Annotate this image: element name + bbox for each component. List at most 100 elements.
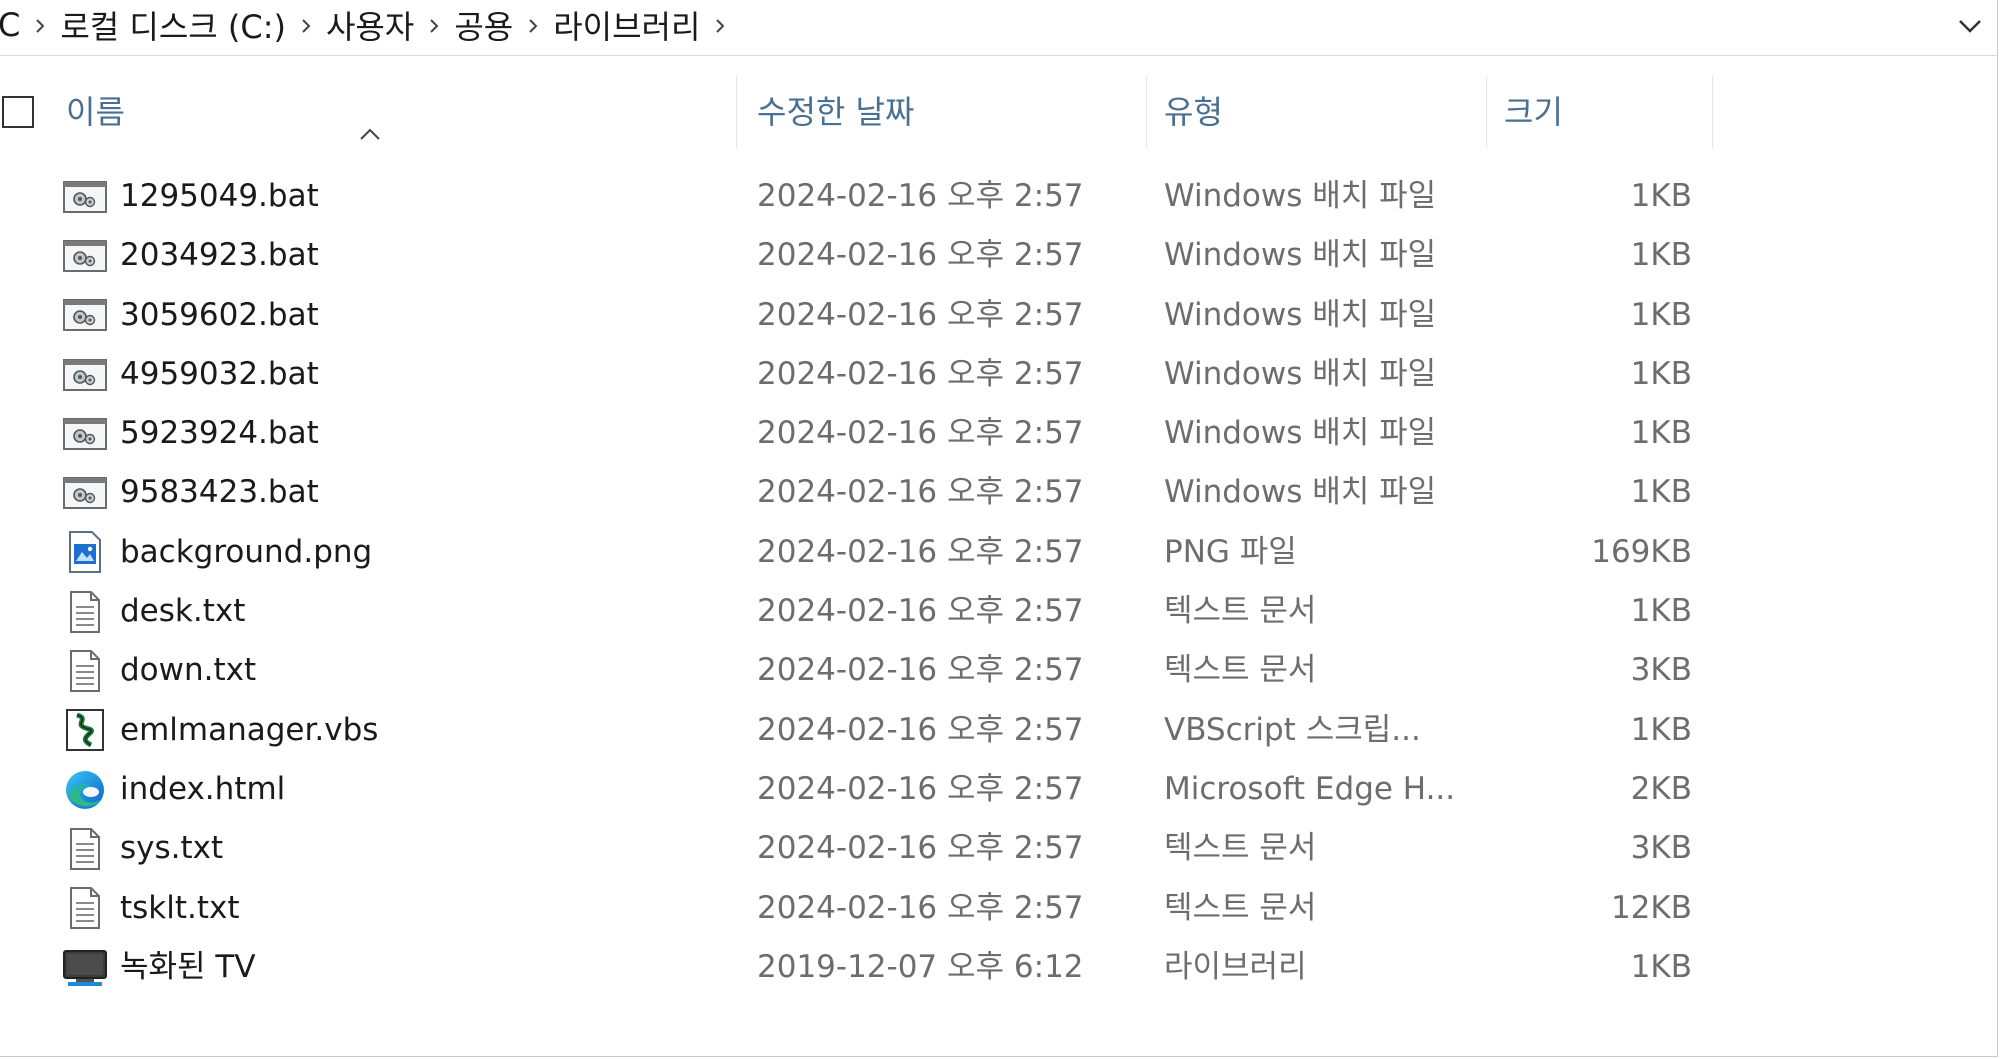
file-date: 2024-02-16 오후 2:57 xyxy=(757,237,1084,274)
file-type: Windows 배치 파일 xyxy=(1164,355,1437,392)
text-file-icon xyxy=(60,819,110,878)
chevron-right-icon[interactable] xyxy=(519,10,547,40)
batch-file-icon xyxy=(60,345,110,404)
file-row[interactable]: 4959032.bat 2024-02-16 오후 2:57 Windows 배치 … xyxy=(0,345,1760,404)
file-name[interactable]: emlmanager.vbs xyxy=(120,701,378,760)
file-date: 2024-02-16 오후 2:57 xyxy=(757,889,1084,926)
file-date: 2024-02-16 오후 2:57 xyxy=(757,830,1084,867)
file-size: 1KB xyxy=(1630,474,1692,511)
file-type: VBScript 스크립... xyxy=(1164,711,1421,748)
chevron-right-icon[interactable] xyxy=(706,10,734,40)
text-file-icon xyxy=(60,582,110,641)
file-row[interactable]: 9583423.bat 2024-02-16 오후 2:57 Windows 배치 … xyxy=(0,463,1760,522)
file-size: 169KB xyxy=(1591,533,1692,570)
file-type: 라이브러리 xyxy=(1164,948,1307,985)
column-divider[interactable] xyxy=(1712,76,1713,148)
chevron-right-icon[interactable] xyxy=(420,10,448,40)
file-size: 1KB xyxy=(1630,415,1692,452)
file-row[interactable]: 3059602.bat 2024-02-16 오후 2:57 Windows 배치 … xyxy=(0,286,1760,345)
png-file-icon xyxy=(60,523,110,582)
file-name[interactable]: 3059602.bat xyxy=(120,286,319,345)
vbscript-file-icon xyxy=(60,701,110,760)
file-date: 2024-02-16 오후 2:57 xyxy=(757,593,1084,630)
file-row[interactable]: down.txt 2024-02-16 오후 2:57 텍스트 문서 3KB xyxy=(0,641,1760,700)
file-row[interactable]: 2034923.bat 2024-02-16 오후 2:57 Windows 배치 … xyxy=(0,226,1760,285)
file-row[interactable]: desk.txt 2024-02-16 오후 2:57 텍스트 문서 1KB xyxy=(0,582,1760,641)
breadcrumb-item-public[interactable]: 공용 xyxy=(448,2,519,48)
breadcrumb-item-pc[interactable]: C xyxy=(0,6,26,44)
column-header-date[interactable]: 수정한 날짜 xyxy=(757,76,1147,148)
file-size: 1KB xyxy=(1630,711,1692,748)
file-list: 1295049.bat 2024-02-16 오후 2:57 Windows 배치 … xyxy=(0,167,1760,997)
file-type: 텍스트 문서 xyxy=(1164,889,1317,926)
file-name[interactable]: 4959032.bat xyxy=(120,345,319,404)
file-type: Microsoft Edge H... xyxy=(1164,770,1456,807)
recorded-tv-icon xyxy=(60,938,110,997)
breadcrumb-item-local-disk[interactable]: 로컬 디스크 (C:) xyxy=(54,2,292,48)
file-row[interactable]: 1295049.bat 2024-02-16 오후 2:57 Windows 배치 … xyxy=(0,167,1760,226)
file-date: 2024-02-16 오후 2:57 xyxy=(757,770,1084,807)
file-name[interactable]: 9583423.bat xyxy=(120,463,319,522)
column-header-size[interactable]: 크기 xyxy=(1504,76,1704,148)
file-size: 1KB xyxy=(1630,593,1692,630)
breadcrumb-item-libraries[interactable]: 라이브러리 xyxy=(547,2,706,48)
text-file-icon xyxy=(60,641,110,700)
batch-file-icon xyxy=(60,167,110,226)
file-type: PNG 파일 xyxy=(1164,533,1297,570)
file-type: 텍스트 문서 xyxy=(1164,652,1317,689)
file-row[interactable]: emlmanager.vbs 2024-02-16 오후 2:57 VBScript… xyxy=(0,701,1760,760)
file-row[interactable]: 녹화된 TV 2019-12-07 오후 6:12 라이브러리 1KB xyxy=(0,938,1760,997)
file-name[interactable]: 녹화된 TV xyxy=(120,938,256,997)
file-row[interactable]: index.html 2024-02-16 오후 2:57 Microsoft Ed… xyxy=(0,760,1760,819)
column-divider[interactable] xyxy=(1486,76,1487,148)
file-date: 2024-02-16 오후 2:57 xyxy=(757,178,1084,214)
file-date: 2019-12-07 오후 6:12 xyxy=(757,948,1084,985)
file-name[interactable]: sys.txt xyxy=(120,819,223,878)
file-date: 2024-02-16 오후 2:57 xyxy=(757,415,1084,452)
file-row[interactable]: tsklt.txt 2024-02-16 오후 2:57 텍스트 문서 12KB xyxy=(0,879,1760,938)
breadcrumb-item-users[interactable]: 사용자 xyxy=(320,2,420,48)
select-all-checkbox[interactable] xyxy=(2,96,34,128)
chevron-right-icon[interactable] xyxy=(292,10,320,40)
file-size: 3KB xyxy=(1630,830,1692,867)
file-date: 2024-02-16 오후 2:57 xyxy=(757,711,1084,748)
file-name[interactable]: index.html xyxy=(120,760,285,819)
batch-file-icon xyxy=(60,286,110,345)
file-type: 텍스트 문서 xyxy=(1164,830,1317,867)
file-name[interactable]: tsklt.txt xyxy=(120,879,240,938)
file-size: 1KB xyxy=(1630,178,1692,214)
address-bar[interactable]: C 로컬 디스크 (C:) 사용자 공용 라이브러리 xyxy=(0,0,1998,56)
file-date: 2024-02-16 오후 2:57 xyxy=(757,652,1084,689)
edge-html-icon xyxy=(60,760,110,819)
file-size: 1KB xyxy=(1630,948,1692,985)
chevron-right-icon[interactable] xyxy=(26,10,54,40)
column-divider[interactable] xyxy=(736,76,737,148)
breadcrumb: C 로컬 디스크 (C:) 사용자 공용 라이브러리 xyxy=(0,0,734,50)
file-type: Windows 배치 파일 xyxy=(1164,415,1437,452)
file-size: 1KB xyxy=(1630,237,1692,274)
file-date: 2024-02-16 오후 2:57 xyxy=(757,474,1084,511)
file-name[interactable]: 5923924.bat xyxy=(120,404,319,463)
column-header-type[interactable]: 유형 xyxy=(1164,76,1484,148)
file-row[interactable]: 5923924.bat 2024-02-16 오후 2:57 Windows 배치 … xyxy=(0,404,1760,463)
batch-file-icon xyxy=(60,404,110,463)
column-divider[interactable] xyxy=(1146,76,1147,148)
chevron-down-icon[interactable] xyxy=(1956,12,1984,40)
file-name[interactable]: down.txt xyxy=(120,641,256,700)
file-type: Windows 배치 파일 xyxy=(1164,474,1437,511)
file-row[interactable]: sys.txt 2024-02-16 오후 2:57 텍스트 문서 3KB xyxy=(0,819,1760,878)
file-size: 3KB xyxy=(1630,652,1692,689)
batch-file-icon xyxy=(60,226,110,285)
text-file-icon xyxy=(60,879,110,938)
file-size: 1KB xyxy=(1630,296,1692,333)
file-size: 2KB xyxy=(1630,770,1692,807)
file-name[interactable]: 2034923.bat xyxy=(120,226,319,285)
file-row[interactable]: background.png 2024-02-16 오후 2:57 PNG 파일 16… xyxy=(0,523,1760,582)
column-header-name[interactable]: 이름 xyxy=(66,76,736,148)
file-name[interactable]: background.png xyxy=(120,523,372,582)
file-name[interactable]: 1295049.bat xyxy=(120,167,319,226)
column-header-row: 이름 수정한 날짜 유형 크기 xyxy=(0,56,1998,148)
file-name[interactable]: desk.txt xyxy=(120,582,245,641)
batch-file-icon xyxy=(60,463,110,522)
file-type: Windows 배치 파일 xyxy=(1164,237,1437,274)
